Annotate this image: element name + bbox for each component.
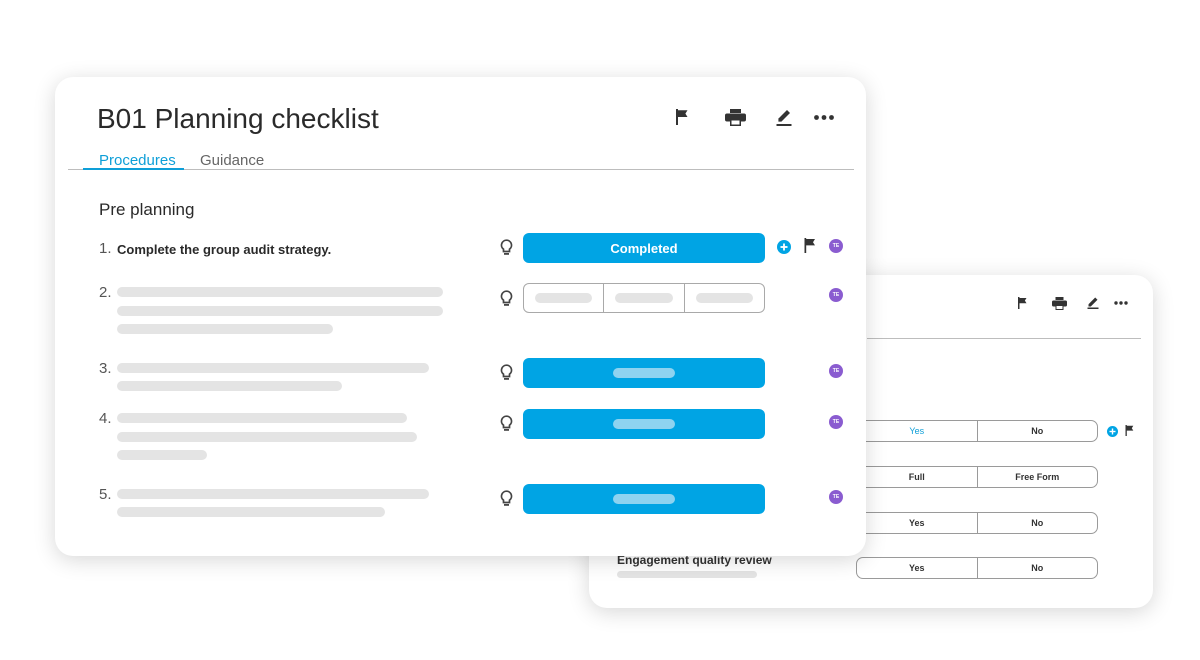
scope-toggle[interactable]: Full Free Form	[856, 466, 1098, 488]
procedure-text: Complete the group audit strategy.	[117, 242, 332, 257]
lightbulb-icon[interactable]	[498, 363, 514, 381]
assignee-avatar[interactable]: TE	[829, 288, 843, 302]
assignee-avatar[interactable]: TE	[829, 364, 843, 378]
status-button[interactable]	[523, 358, 765, 388]
status-completed-button[interactable]: Completed	[523, 233, 765, 263]
tab-procedures[interactable]: Procedures	[99, 152, 176, 169]
lightbulb-icon[interactable]	[498, 289, 514, 307]
placeholder-line	[117, 324, 333, 334]
more-icon[interactable]	[813, 110, 835, 124]
option-no[interactable]: No	[976, 421, 1098, 441]
option-free-form[interactable]: Free Form	[976, 467, 1098, 487]
option-yes[interactable]: Yes	[857, 421, 977, 441]
lightbulb-icon[interactable]	[498, 489, 514, 507]
placeholder-line	[117, 287, 443, 297]
procedure-number: 1.	[99, 240, 112, 257]
segment-option[interactable]	[683, 284, 764, 312]
status-segmented-control[interactable]	[523, 283, 765, 313]
placeholder-line	[117, 363, 429, 373]
add-icon[interactable]	[777, 240, 791, 254]
placeholder-line	[117, 413, 407, 423]
option-no[interactable]: No	[976, 558, 1098, 578]
placeholder-line	[617, 571, 757, 578]
placeholder-line	[117, 450, 207, 460]
flag-icon[interactable]	[1125, 424, 1135, 436]
edit-icon[interactable]	[776, 108, 792, 126]
procedure-number: 2.	[99, 284, 112, 301]
assignee-avatar[interactable]: TE	[829, 239, 843, 253]
lightbulb-icon[interactable]	[498, 414, 514, 432]
placeholder-line	[117, 489, 429, 499]
print-icon[interactable]	[724, 108, 746, 126]
procedure-number: 4.	[99, 410, 112, 427]
back-card-divider	[867, 338, 1141, 339]
option-yes[interactable]: Yes	[857, 513, 977, 533]
placeholder-line	[117, 381, 342, 391]
edit-icon[interactable]	[1087, 297, 1099, 309]
placeholder-line	[117, 507, 385, 517]
tab-divider	[68, 169, 854, 170]
add-icon[interactable]	[1107, 426, 1118, 437]
planning-checklist-card: B01 Planning checklist Procedures Guidan…	[55, 77, 866, 556]
placeholder-line	[117, 432, 417, 442]
option-yes[interactable]: Yes	[857, 558, 977, 578]
status-button[interactable]	[523, 409, 765, 439]
status-button[interactable]	[523, 484, 765, 514]
more-icon[interactable]	[1113, 297, 1128, 309]
page-title: B01 Planning checklist	[97, 103, 379, 134]
option-full[interactable]: Full	[857, 467, 977, 487]
tab-guidance[interactable]: Guidance	[200, 152, 264, 169]
yes-no-toggle[interactable]: Yes No	[856, 557, 1098, 579]
assignee-avatar[interactable]: TE	[829, 415, 843, 429]
procedure-number: 3.	[99, 360, 112, 377]
placeholder-line	[117, 306, 443, 316]
section-heading: Pre planning	[99, 200, 195, 219]
print-icon[interactable]	[1051, 296, 1067, 310]
segment-option[interactable]	[524, 284, 603, 312]
flag-icon[interactable]	[1016, 297, 1028, 309]
flag-icon[interactable]	[674, 108, 690, 126]
procedure-number: 5.	[99, 486, 112, 503]
segment-option[interactable]	[603, 284, 683, 312]
active-tab-indicator	[83, 168, 184, 170]
yes-no-toggle[interactable]: Yes No	[856, 420, 1098, 442]
assignee-avatar[interactable]: TE	[829, 490, 843, 504]
option-no[interactable]: No	[976, 513, 1098, 533]
yes-no-toggle[interactable]: Yes No	[856, 512, 1098, 534]
flag-icon[interactable]	[803, 238, 817, 253]
lightbulb-icon[interactable]	[498, 238, 514, 256]
